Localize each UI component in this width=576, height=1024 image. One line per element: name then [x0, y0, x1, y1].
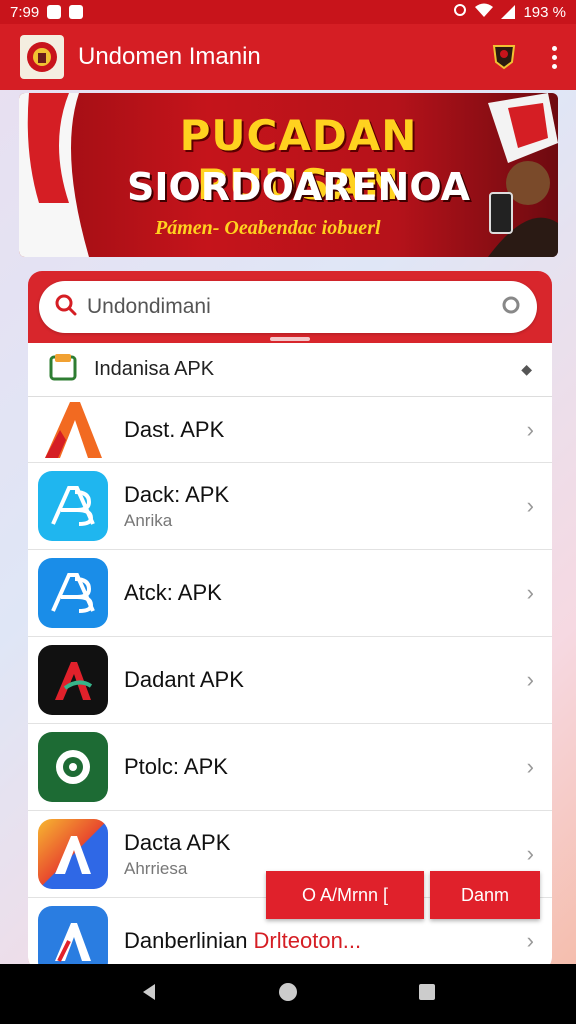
- app-logo-icon: [20, 35, 64, 79]
- system-nav-bar: [0, 964, 576, 1024]
- app-bar: Undomen Imanin: [0, 24, 576, 90]
- app-name: Danberlinian: [124, 928, 248, 953]
- person-graphic: [488, 161, 558, 257]
- list-item[interactable]: Ptolc: APK ›: [28, 724, 552, 811]
- app-list-card: Undondimani Indanisa APK ◆ Dast. APK › D…: [28, 271, 552, 971]
- list-item[interactable]: Dack: APK Anrika ›: [28, 463, 552, 550]
- banner-tagline: Pámen- Oeabendac iobuerl: [155, 217, 381, 239]
- search-icon: [55, 294, 77, 321]
- app-icon-a-gradient: [38, 819, 108, 889]
- primary-action-button[interactable]: O A/Mrnn [: [266, 871, 424, 919]
- search-input[interactable]: Undondimani: [39, 281, 537, 333]
- voice-search-icon[interactable]: [501, 295, 521, 320]
- chevron-right-icon: ›: [526, 493, 534, 518]
- signal-icon: [501, 5, 516, 19]
- recents-icon[interactable]: [417, 982, 437, 1007]
- folder-icon: [48, 352, 78, 387]
- app-icon-ab-cyan: [38, 471, 108, 541]
- search-value: Undondimani: [87, 295, 211, 318]
- battery-level: 193 %: [523, 3, 566, 21]
- app-icon-a-blue: [38, 906, 108, 971]
- back-icon[interactable]: [139, 982, 159, 1007]
- dropdown-arrow-icon: ◆: [521, 361, 532, 377]
- app-name: Dadant APK: [124, 667, 244, 692]
- emblem-icon[interactable]: [490, 43, 518, 71]
- chevron-right-icon: ›: [526, 667, 534, 692]
- app-icon-a-orange: [38, 395, 108, 465]
- promo-banner[interactable]: PUCADAN PUUSAN SIORDOARENOA Pámen- Oeabe…: [19, 93, 558, 257]
- app-extra-label: Drlteoton...: [253, 928, 362, 953]
- list-item[interactable]: Atck: APK ›: [28, 550, 552, 637]
- alarm-icon: [453, 3, 467, 21]
- app-name: Dast. APK: [124, 416, 225, 442]
- app-icon-emblem-green: [38, 732, 108, 802]
- app-subtitle: Anrika: [124, 510, 173, 530]
- home-icon[interactable]: [277, 981, 299, 1008]
- app-name: Atck: APK: [124, 580, 222, 605]
- status-bar: 7:99 193 %: [0, 0, 576, 24]
- drag-handle[interactable]: [270, 337, 310, 341]
- chevron-right-icon: ›: [526, 580, 534, 605]
- category-dropdown[interactable]: Indanisa APK ◆: [28, 343, 552, 397]
- secondary-action-button[interactable]: Danm: [430, 871, 540, 919]
- app-name: Ptolc: APK: [124, 754, 228, 779]
- chevron-right-icon: ›: [526, 416, 534, 442]
- app-title: Undomen Imanin: [78, 43, 261, 70]
- wifi-icon: [475, 3, 494, 21]
- list-item[interactable]: Dadant APK ›: [28, 637, 552, 724]
- notification-icon: [47, 5, 62, 19]
- app-name: Dacta APK: [124, 829, 231, 855]
- chevron-right-icon: ›: [526, 754, 534, 779]
- app-icon-ab-blue: [38, 558, 108, 628]
- status-time: 7:99: [10, 3, 40, 21]
- category-label: Indanisa APK: [94, 358, 215, 380]
- image-notification-icon: [69, 5, 84, 19]
- list-item[interactable]: Dast. APK ›: [28, 397, 552, 463]
- app-icon-a-dark: [38, 645, 108, 715]
- more-options-icon[interactable]: [544, 45, 564, 69]
- chevron-right-icon: ›: [526, 841, 534, 866]
- app-name: Dack: APK: [124, 481, 230, 507]
- chevron-right-icon: ›: [526, 928, 534, 953]
